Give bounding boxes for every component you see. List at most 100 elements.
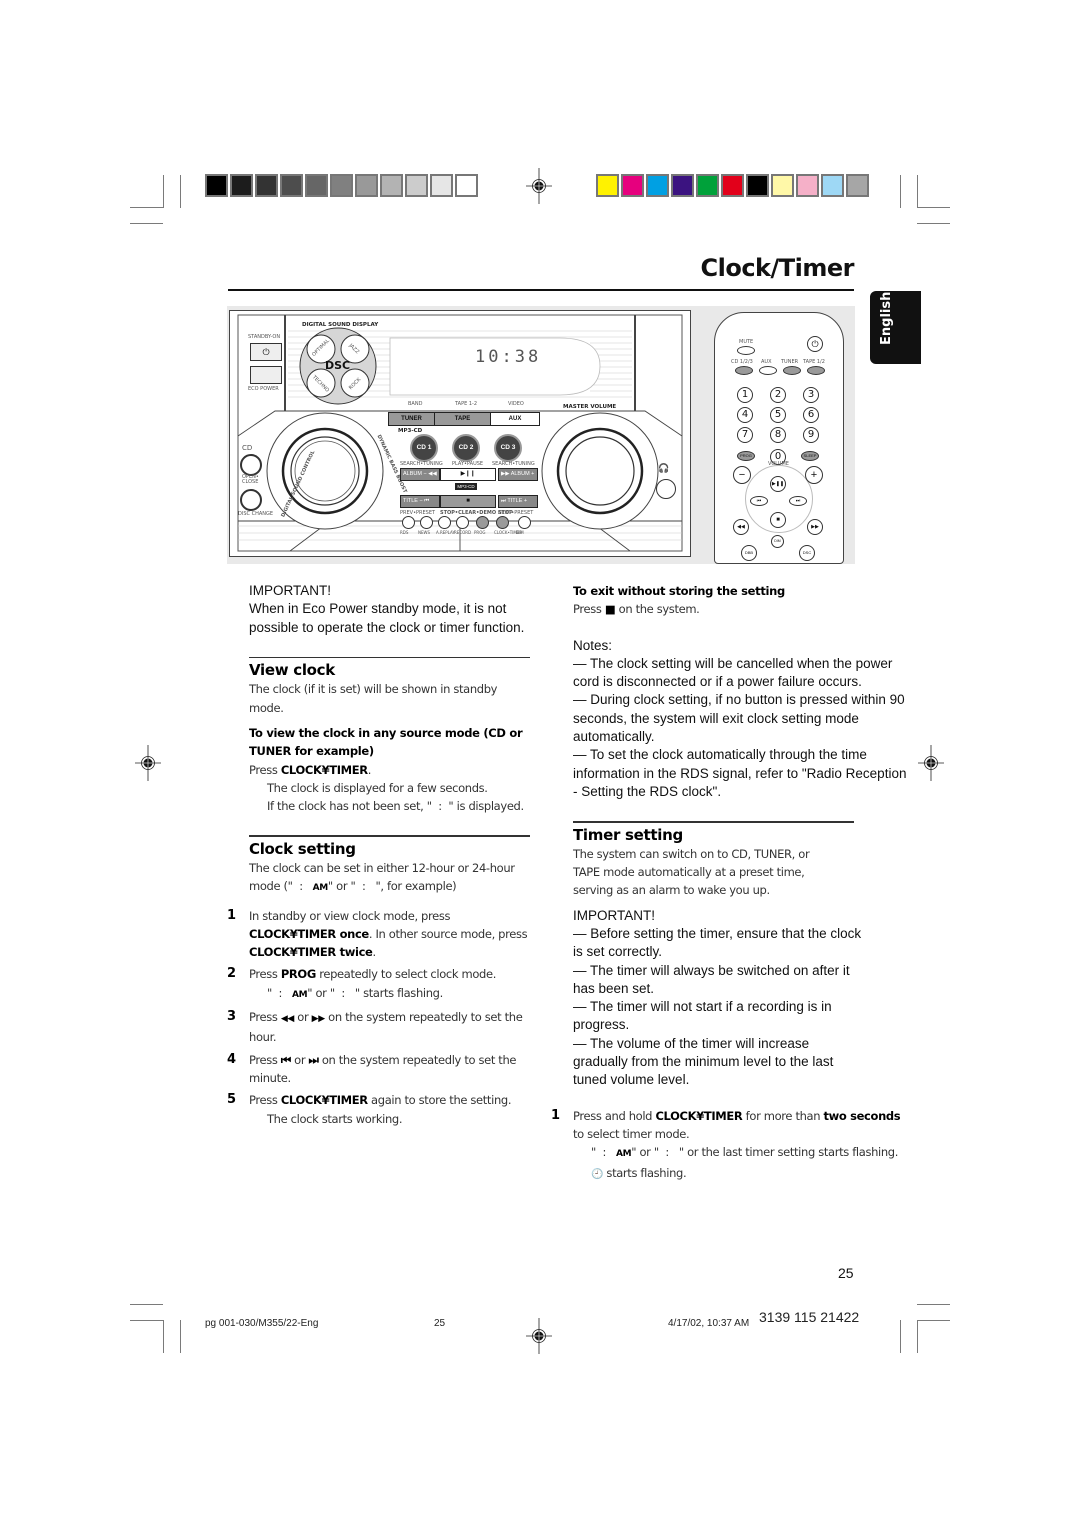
gray-swatch-0 [205, 174, 228, 197]
remote-prog-button[interactable]: PROG [737, 451, 755, 461]
step-result: The clock starts working. [267, 1111, 403, 1126]
important-item: — Before setting the timer, ensure that … [573, 925, 862, 960]
step-number: 2 [227, 966, 236, 982]
gray-swatch-8 [405, 174, 428, 197]
cd3-button[interactable]: CD 3 [494, 434, 522, 462]
rewind-icon: ◀◀ [428, 471, 437, 477]
intro-text: " or " : ", for example) [327, 879, 457, 894]
remote-tape-button[interactable] [807, 366, 825, 375]
step-text: " or " : " starts flashing. [307, 985, 443, 1000]
mute-label: MUTE [739, 339, 754, 345]
mute-button[interactable] [737, 346, 755, 355]
color-swatch-6 [746, 174, 769, 197]
remote-dsc-button[interactable]: DSC [799, 545, 815, 561]
view-clock-result-1: The clock is displayed for a few seconds… [267, 780, 488, 795]
mp3-cd-badge: MP3-CD [455, 483, 477, 490]
page-number: 25 [838, 1265, 854, 1281]
master-volume-label: MASTER VOLUME [563, 404, 617, 410]
cd2-button[interactable]: CD 2 [452, 434, 480, 462]
play-pause-icon: ▶❙❙ [460, 471, 476, 477]
color-swatch-bar [596, 174, 871, 197]
remote-play-pause-button[interactable]: ▶❚❚ [770, 476, 786, 492]
exit-heading: To exit without storing the setting [573, 584, 785, 598]
remote-tuner-button[interactable] [783, 366, 801, 375]
remote-volume-up-button[interactable]: + [805, 466, 823, 484]
stop-button[interactable]: ■ [440, 495, 496, 508]
language-tab-label: English [879, 291, 894, 345]
step-result: " : AM" or " : " starts flashing. [249, 984, 531, 1004]
gray-swatch-4 [305, 174, 328, 197]
remote-volume-down-button[interactable]: − [733, 466, 751, 484]
remote-next-button[interactable]: ⏭ [789, 496, 807, 506]
remote-stop-button[interactable]: ■ [770, 512, 786, 528]
remote-cd-button[interactable] [735, 366, 753, 375]
clock-step-1: 1 In standby or view clock mode, press C… [227, 907, 531, 962]
remote-digit-2-button[interactable]: 2 [770, 387, 786, 403]
next-icon: ⏭ [501, 498, 506, 504]
prev-title-minus-button[interactable]: TITLE − ⏮ [400, 495, 440, 508]
remote-digit-9-button[interactable]: 9 [803, 427, 819, 443]
gray-swatch-2 [255, 174, 278, 197]
eco-power-button[interactable] [250, 366, 282, 384]
important-item: — The timer will not start if a recordin… [573, 999, 832, 1033]
tape-button[interactable]: TAPE [434, 412, 491, 426]
forward-album-plus-button[interactable]: ▶▶ ALBUM + [498, 468, 538, 481]
notes-list: — The clock setting will be cancelled wh… [573, 655, 908, 801]
remote-sleep-button[interactable]: SLEEP [801, 451, 819, 461]
remote-forward-button[interactable]: ▶▶ [807, 519, 823, 535]
tuner-button[interactable]: TUNER [388, 412, 435, 426]
step-bold: CLOCK¥TIMER once [249, 926, 369, 941]
timer-setting-section: Timer setting The system can switch on t… [551, 825, 908, 1184]
gray-swatch-10 [455, 174, 478, 197]
step-number: 1 [551, 1107, 560, 1123]
aux-button[interactable]: AUX [490, 412, 540, 426]
remote-power-button[interactable]: ⏻ [807, 336, 823, 352]
mp3-cd-label: MP3-CD [398, 428, 423, 434]
step-text: " : [591, 1145, 616, 1160]
remote-digit-5-button[interactable]: 5 [770, 407, 786, 423]
note-item: — To set the clock automatically through… [573, 747, 907, 799]
remote-aux-button[interactable] [759, 366, 777, 375]
rewind-album-minus-button[interactable]: ALBUM − ◀◀ [400, 468, 440, 481]
cd-open-close-button[interactable] [240, 454, 262, 476]
remote-digit-4-button[interactable]: 4 [737, 407, 753, 423]
unit-button-a-replay[interactable] [438, 516, 451, 529]
unit-button-prog[interactable] [476, 516, 489, 529]
remote-dim-button[interactable]: DIM [771, 535, 784, 548]
press-text: Press [573, 602, 605, 617]
important-text: When in Eco Power standby mode, it is no… [249, 601, 525, 635]
timer-setting-heading: Timer setting [573, 825, 683, 844]
disc-change-button[interactable] [240, 489, 262, 511]
footer-code: 3139 115 21422 [759, 1309, 860, 1325]
previous-icon: ⏮ [280, 1052, 291, 1067]
remote-rewind-button[interactable]: ◀◀ [733, 519, 749, 535]
remote-digit-6-button[interactable]: 6 [803, 407, 819, 423]
cd1-button[interactable]: CD 1 [410, 434, 438, 462]
unit-button-clock-timer[interactable] [496, 516, 509, 529]
step-bold: PROG [280, 967, 316, 982]
remote-digit-7-button[interactable]: 7 [737, 427, 753, 443]
play-pause-label: PLAY•PAUSE [452, 461, 484, 467]
unit-button-dim[interactable] [518, 516, 531, 529]
standby-button[interactable]: ⏻ [250, 343, 282, 361]
remote-digit-3-button[interactable]: 3 [803, 387, 819, 403]
unit-button-rds[interactable] [402, 516, 415, 529]
right-column: To exit without storing the setting Pres… [551, 582, 908, 1184]
remote-digit-1-button[interactable]: 1 [737, 387, 753, 403]
color-swatch-0 [596, 174, 619, 197]
remote-prev-button[interactable]: ⏮ [750, 496, 768, 506]
unit-button-news[interactable] [420, 516, 433, 529]
remote-digit-8-button[interactable]: 8 [770, 427, 786, 443]
tape12-label: TAPE 1-2 [455, 401, 478, 407]
dsc-label: DSC [325, 359, 351, 372]
title-plus-label: TITLE + [507, 498, 528, 504]
play-pause-button[interactable]: ▶❙❙ [440, 468, 496, 481]
band-label: BAND [408, 401, 423, 407]
album-plus-label: ALBUM + [510, 471, 535, 477]
search-tuning-right-label: SEARCH•TUNING [492, 461, 535, 467]
unit-button-record[interactable] [456, 516, 469, 529]
step-text: Press [249, 1093, 281, 1108]
step-text: Press [249, 1010, 281, 1025]
remote-dbb-button[interactable]: DBB [741, 545, 757, 561]
next-title-plus-button[interactable]: ⏭ TITLE + [498, 495, 538, 508]
